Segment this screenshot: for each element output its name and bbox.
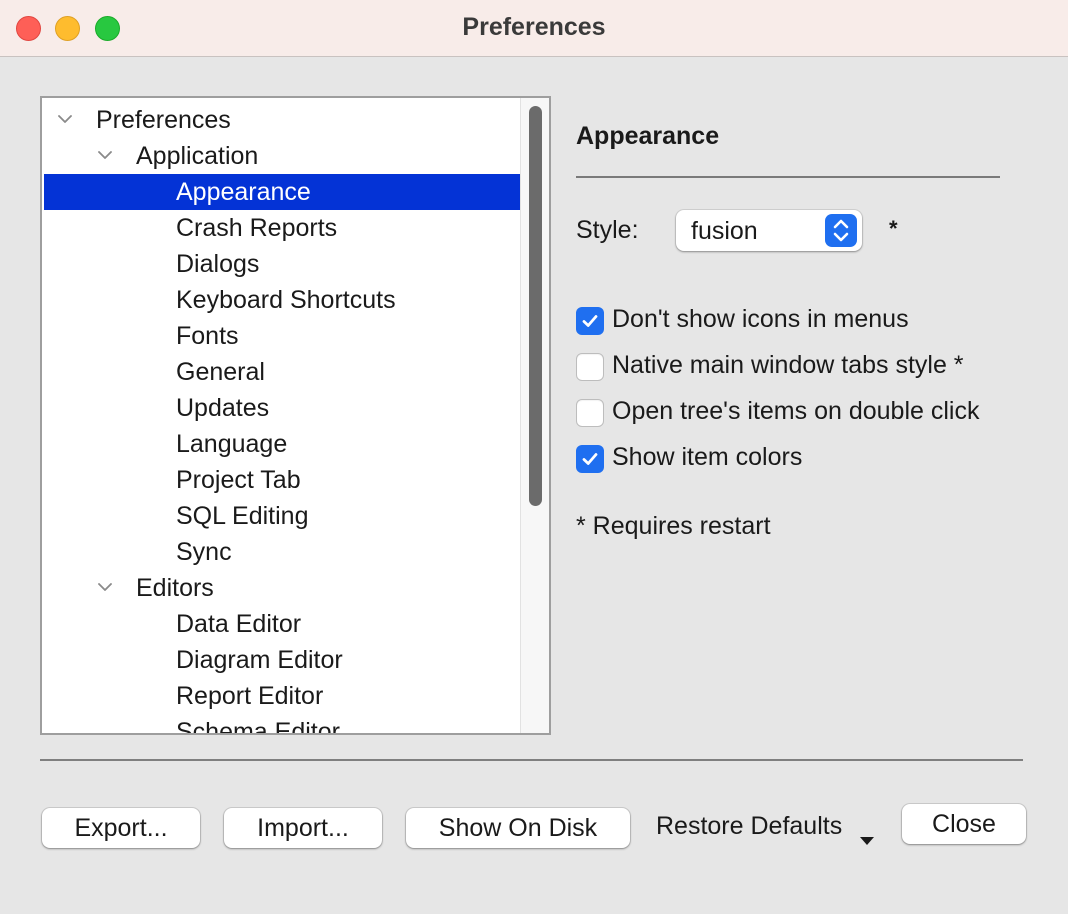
tree-item-label: Diagram Editor	[176, 646, 343, 674]
section-divider	[576, 176, 1000, 178]
tree-item[interactable]: General	[44, 354, 520, 390]
style-label: Style:	[576, 216, 639, 244]
tree-item-label: Sync	[176, 538, 232, 566]
tree-item[interactable]: Preferences	[44, 102, 520, 138]
style-select[interactable]: fusion	[676, 210, 862, 251]
tree-item[interactable]: Fonts	[44, 318, 520, 354]
style-select-value: fusion	[691, 217, 758, 245]
tree-item[interactable]: Keyboard Shortcuts	[44, 282, 520, 318]
tree-item-label: Application	[136, 142, 259, 170]
style-restart-marker: *	[889, 216, 898, 241]
import-button[interactable]: Import...	[224, 808, 382, 848]
tree-item-label: Keyboard Shortcuts	[176, 286, 396, 314]
title-bar: Preferences	[0, 0, 1068, 57]
checkbox-box[interactable]	[576, 307, 604, 335]
tree-item-label: Schema Editor	[176, 718, 340, 733]
tree-item-label: Dialogs	[176, 250, 260, 278]
tree-item[interactable]: SQL Editing	[44, 498, 520, 534]
tree-item[interactable]: Diagram Editor	[44, 642, 520, 678]
tree-item-label: Crash Reports	[176, 214, 338, 242]
select-arrows-icon	[825, 214, 857, 247]
tree-item-label: Project Tab	[176, 466, 301, 494]
restore-defaults-button[interactable]: Restore Defaults	[656, 812, 842, 841]
tree-item[interactable]: Dialogs	[44, 246, 520, 282]
tree-item-label: Editors	[136, 574, 214, 602]
checkbox-label: Native main window tabs style *	[612, 351, 964, 379]
restart-note: * Requires restart	[576, 512, 771, 540]
tree-item-label: Updates	[176, 394, 270, 422]
tree-item[interactable]: Appearance	[44, 174, 520, 210]
tree-item[interactable]: Data Editor	[44, 606, 520, 642]
tree-item-label: Appearance	[176, 178, 311, 206]
tree-item-label: SQL Editing	[176, 502, 309, 530]
tree-item[interactable]: Sync	[44, 534, 520, 570]
tree-item-label: Data Editor	[176, 610, 302, 638]
tree-item-label: Language	[176, 430, 288, 458]
tree-item[interactable]: Language	[44, 426, 520, 462]
tree-item-label: Preferences	[96, 106, 231, 134]
chevron-down-icon[interactable]	[58, 114, 72, 126]
tree-item[interactable]: Project Tab	[44, 462, 520, 498]
dropdown-caret-icon	[860, 832, 874, 850]
preferences-tree[interactable]: Preferences Application Appearance Crash Re…	[40, 96, 551, 735]
chevron-down-icon[interactable]	[98, 582, 112, 594]
footer-divider	[40, 759, 1023, 761]
tree-item-label: General	[176, 358, 265, 386]
tree-item[interactable]: Crash Reports	[44, 210, 520, 246]
window-title: Preferences	[462, 13, 606, 41]
tree-list: Preferences Application Appearance Crash Re…	[42, 98, 520, 733]
export-button[interactable]: Export...	[42, 808, 200, 848]
checkbox-label: Show item colors	[612, 443, 803, 471]
checkmark-icon	[582, 453, 598, 465]
chevron-down-icon[interactable]	[98, 150, 112, 162]
section-title: Appearance	[576, 122, 720, 150]
tree-scroll-thumb[interactable]	[529, 106, 542, 506]
checkmark-icon	[582, 315, 598, 327]
close-button[interactable]: Close	[902, 804, 1026, 844]
checkbox-label: Open tree's items on double click	[612, 397, 980, 425]
tree-item[interactable]: Report Editor	[44, 678, 520, 714]
preferences-window: Preferences Preferences Application Appear…	[0, 0, 1068, 914]
tree-item-label: Report Editor	[176, 682, 324, 710]
show-on-disk-button[interactable]: Show On Disk	[406, 808, 630, 848]
checkbox-box[interactable]	[576, 353, 604, 381]
tree-item[interactable]: Editors	[44, 570, 520, 606]
tree-item[interactable]: Application	[44, 138, 520, 174]
checkbox-label: Don't show icons in menus	[612, 305, 909, 333]
tree-item[interactable]: Updates	[44, 390, 520, 426]
checkbox-box[interactable]	[576, 445, 604, 473]
checkbox-box[interactable]	[576, 399, 604, 427]
tree-item-label: Fonts	[176, 322, 239, 350]
tree-item[interactable]: Schema Editor	[44, 714, 520, 733]
tree-scrollbar[interactable]	[520, 98, 549, 733]
